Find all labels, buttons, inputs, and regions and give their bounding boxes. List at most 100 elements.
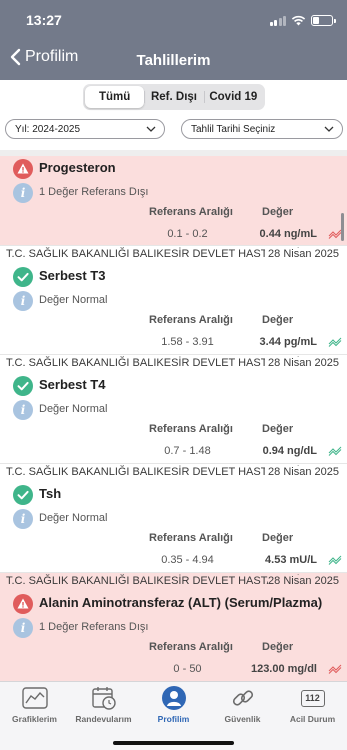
checkmark-icon — [13, 485, 33, 505]
value-header: Değer — [262, 641, 294, 653]
reference-range-value: 1.58 - 3.91 — [161, 336, 214, 348]
test-status-note: Değer Normal — [39, 294, 108, 306]
reference-range-header: Referans Aralığı — [149, 206, 233, 218]
tab-charts[interactable]: Grafiklerim — [0, 685, 69, 727]
cellular-signal-icon — [269, 15, 286, 26]
test-card[interactable]: T.C. SAĞLIK BAKANLIĞI BALIKESİR DEVLET H… — [0, 573, 347, 681]
year-select-value: Yıl: 2024-2025 — [15, 123, 81, 135]
segment-out-of-range[interactable]: Ref. Dışı — [144, 86, 203, 108]
back-label: Profilim — [25, 48, 79, 65]
status-time: 13:27 — [26, 12, 62, 28]
test-name: Progesteron — [39, 160, 116, 175]
test-name: Serbest T3 — [39, 268, 106, 283]
segment-all[interactable]: Tümü — [85, 86, 145, 108]
test-status-note: 1 Değer Referans Dışı — [39, 621, 149, 633]
app-header: 13:27 Profilim Tahlillerim — [0, 0, 347, 80]
bottom-tab-bar: Grafiklerim Randevularım Profilim Güvenl… — [0, 681, 347, 750]
trend-icon[interactable] — [328, 555, 342, 565]
institution-name: T.C. SAĞLIK BAKANLIĞI BALIKESİR DEVLET H… — [6, 357, 300, 369]
tab-profile[interactable]: Profilim — [139, 685, 208, 727]
chart-icon — [21, 687, 48, 709]
info-icon: i — [13, 618, 33, 638]
home-indicator — [113, 741, 234, 745]
year-select[interactable]: Yıl: 2024-2025 — [5, 119, 165, 139]
institution-name: T.C. SAĞLIK BAKANLIĞI BALIKESİR DEVLET H… — [6, 575, 300, 587]
trend-icon[interactable] — [328, 229, 342, 239]
tab-security[interactable]: Güvenlik — [208, 685, 277, 727]
info-icon: i — [13, 400, 33, 420]
status-bar: 13:27 — [0, 0, 347, 40]
info-icon: i — [13, 291, 33, 311]
test-card[interactable]: T.C. SAĞLIK BAKANLIĞI BALIKESİR DEVLET H… — [0, 246, 347, 355]
test-value: 0.44 ng/mL — [259, 228, 317, 240]
institution-name: T.C. SAĞLIK BAKANLIĞI BALIKESİR DEVLET H… — [6, 248, 300, 260]
reference-range-header: Referans Aralığı — [149, 423, 233, 435]
tab-emergency[interactable]: 112 Acil Durum — [278, 685, 347, 727]
test-name: Serbest T4 — [39, 377, 106, 392]
test-value: 3.44 pg/mL — [259, 336, 317, 348]
battery-level — [313, 16, 319, 24]
emergency-112-icon: 112 — [300, 689, 325, 707]
test-status-note: Değer Normal — [39, 512, 108, 524]
info-icon: i — [13, 509, 33, 529]
reference-range-value: 0.7 - 1.48 — [164, 445, 211, 457]
value-header: Değer — [262, 532, 294, 544]
value-header: Değer — [262, 423, 294, 435]
chevron-down-icon — [324, 126, 334, 132]
reference-range-value: 0.35 - 4.94 — [161, 554, 214, 566]
reference-range-header: Referans Aralığı — [149, 532, 233, 544]
link-icon — [232, 690, 253, 706]
institution-name: T.C. SAĞLIK BAKANLIĞI BALIKESİR DEVLET H… — [6, 466, 300, 478]
segment-covid[interactable]: Covid 19 — [203, 86, 263, 108]
tab-label: Profilim — [157, 714, 190, 724]
reference-range-value: 0.1 - 0.2 — [167, 228, 208, 240]
test-status-note: 1 Değer Referans Dışı — [39, 186, 149, 198]
test-date: 28 Nisan 2025 — [265, 466, 339, 478]
reference-range-value: 0 - 50 — [173, 663, 202, 675]
calendar-clock-icon — [91, 687, 116, 710]
tab-label: Güvenlik — [224, 714, 261, 724]
chevron-down-icon — [146, 126, 156, 132]
test-results-list: Progesteron i 1 Değer Referans Dışı Refe… — [0, 156, 347, 681]
filter-segmented-control: Tümü Ref. Dışı Covid 19 — [83, 84, 265, 110]
test-date-select[interactable]: Tahlil Tarihi Seçiniz — [181, 119, 343, 139]
test-name: Tsh — [39, 486, 62, 501]
tab-label: Grafiklerim — [12, 714, 57, 724]
status-icons — [269, 14, 336, 26]
emergency-number: 112 — [305, 693, 320, 703]
person-icon — [161, 686, 186, 710]
reference-range-header: Referans Aralığı — [149, 314, 233, 326]
test-card[interactable]: T.C. SAĞLIK BAKANLIĞI BALIKESİR DEVLET H… — [0, 355, 347, 464]
tab-appointments[interactable]: Randevularım — [69, 685, 138, 727]
test-value: 0.94 ng/dL — [262, 445, 317, 457]
back-button[interactable]: Profilim — [10, 48, 78, 66]
value-header: Değer — [262, 314, 294, 326]
tab-label: Acil Durum — [289, 714, 336, 724]
chevron-left-icon — [10, 48, 21, 66]
nav-bar: Profilim Tahlillerim — [0, 40, 347, 80]
warning-icon — [13, 594, 33, 614]
test-value: 123.00 mg/dl — [250, 663, 317, 675]
test-card[interactable]: T.C. SAĞLIK BAKANLIĞI BALIKESİR DEVLET H… — [0, 464, 347, 573]
warning-icon — [13, 159, 33, 179]
info-icon: i — [13, 183, 33, 203]
checkmark-icon — [13, 267, 33, 287]
trend-icon[interactable] — [328, 337, 342, 347]
trend-icon[interactable] — [328, 446, 342, 456]
reference-range-header: Referans Aralığı — [149, 641, 233, 653]
test-date: 28 Nisan 2025 — [265, 357, 339, 369]
test-value: 4.53 mU/L — [265, 554, 317, 566]
test-status-note: Değer Normal — [39, 403, 108, 415]
test-date: 28 Nisan 2025 — [265, 248, 339, 260]
test-name: Alanin Aminotransferaz (ALT) (Serum/Plaz… — [39, 595, 323, 610]
trend-icon[interactable] — [328, 664, 342, 674]
value-header: Değer — [262, 206, 294, 218]
wifi-icon — [291, 15, 306, 25]
checkmark-icon — [13, 376, 33, 396]
test-date: 28 Nisan 2025 — [268, 575, 339, 587]
scrollbar[interactable] — [341, 213, 344, 241]
battery-icon — [311, 14, 336, 26]
test-card[interactable]: Progesteron i 1 Değer Referans Dışı Refe… — [0, 156, 347, 246]
tab-label: Randevularım — [75, 714, 132, 724]
test-date-select-value: Tahlil Tarihi Seçiniz — [191, 123, 276, 135]
